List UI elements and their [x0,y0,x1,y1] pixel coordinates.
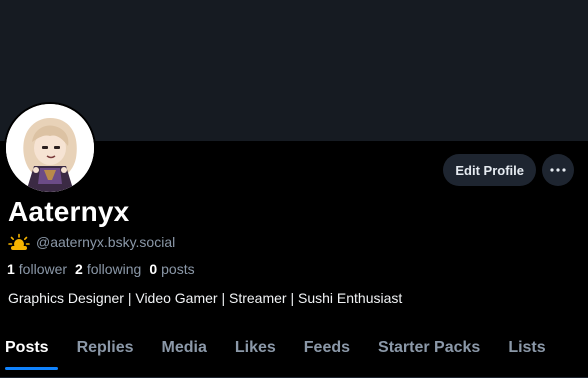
tab-replies[interactable]: Replies [63,330,148,366]
tab-feeds[interactable]: Feeds [290,330,364,366]
tab-likes[interactable]: Likes [221,330,290,366]
ellipsis-icon [550,168,566,172]
tab-label: Likes [234,339,276,356]
following-label: following [86,261,142,277]
tab-starter-packs[interactable]: Starter Packs [364,330,494,366]
profile-bio: Graphics Designer | Video Gamer | Stream… [8,290,403,306]
edit-profile-button[interactable]: Edit Profile [443,154,536,186]
followers-label: follower [18,261,68,277]
tab-label: Replies [76,339,134,356]
active-tab-indicator [5,367,58,370]
anime-avatar-image [6,104,94,192]
more-options-button[interactable] [542,154,574,186]
tab-media[interactable]: Media [148,330,221,366]
followers-count: 1 [7,261,15,277]
posts-count: 0 [149,261,158,277]
profile-handle[interactable]: @aaternyx.bsky.social [36,232,175,252]
tab-label: Lists [508,339,546,356]
profile-actions: Edit Profile [443,154,574,186]
tab-label: Feeds [303,339,351,356]
tab-lists[interactable]: Lists [494,330,559,366]
display-name: Aaternyx [8,196,130,227]
following-count: 2 [75,261,83,277]
tab-posts[interactable]: Posts [0,330,63,370]
tab-label: Starter Packs [378,339,481,356]
following-link[interactable]: 2 following [75,259,141,279]
profile-banner[interactable] [0,0,588,141]
handle-row: @aaternyx.bsky.social [8,232,175,252]
sun-behind-cloud-icon [8,233,30,251]
profile-page: Edit Profile Aaternyx @aaternyx.bsky.soc… [0,0,588,378]
avatar[interactable] [4,102,96,194]
profile-tabs: Posts Replies Media Likes Feeds Starter … [0,330,588,378]
tab-label: Posts [5,339,49,356]
followers-link[interactable]: 1 follower [7,259,67,279]
tab-label: Media [161,339,207,356]
profile-stats: 1 follower 2 following 0 posts [7,259,195,279]
posts-label: posts [161,261,195,277]
posts-stat: 0 posts [149,259,194,279]
